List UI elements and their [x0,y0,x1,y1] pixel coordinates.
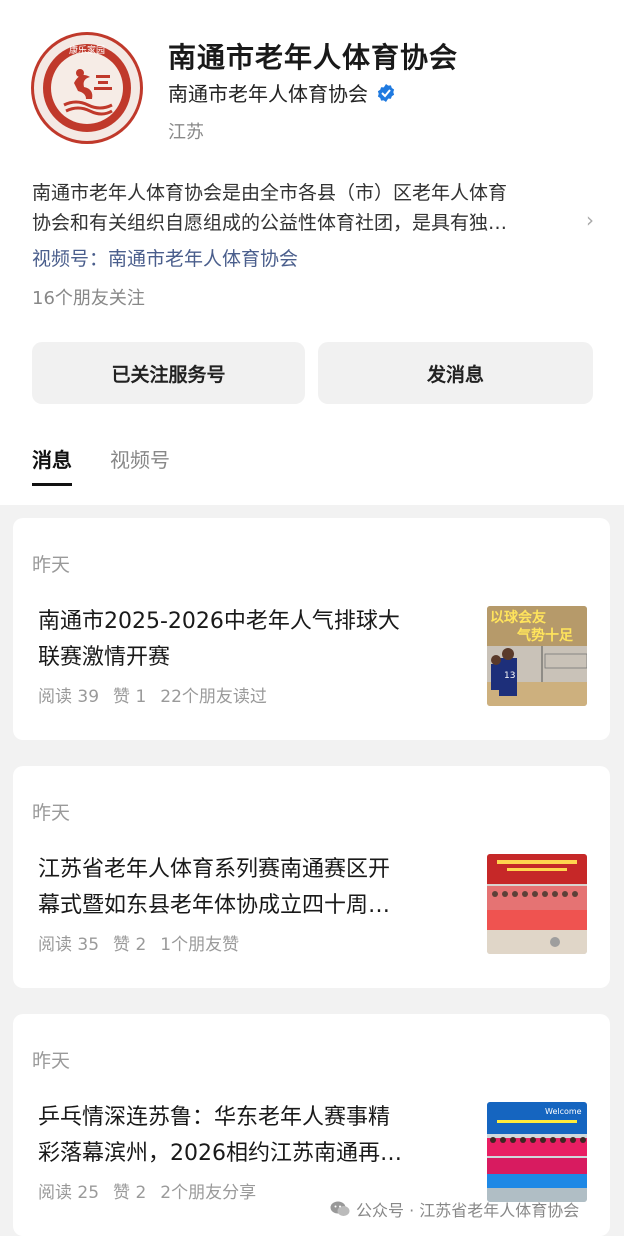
read-count: 阅读 25 [38,1183,100,1203]
wechat-icon [330,1201,350,1216]
profile-header: 康乐家园 南通市老年人体育协会 南通市老年人体育协会 江苏 南通市老年人体育协会… [0,0,624,505]
article-stats: 阅读 39 赞 1 22个朋友读过 [38,682,267,707]
article-date: 昨天 [32,1050,71,1072]
thumbnail-caption: 以球会友 [490,609,546,626]
chevron-right-icon[interactable]: › [586,208,594,232]
account-name: 南通市老年人体育协会 [168,82,368,106]
like-count: 赞 2 [113,935,147,955]
article-title-line: 江苏省老年人体育系列赛南通赛区开 [38,857,391,882]
read-count: 阅读 39 [38,687,100,707]
account-region: 江苏 [168,122,204,143]
video-channel-link[interactable]: 视频号：南通市老年人体育协会 [32,244,298,271]
article-thumbnail[interactable]: Welcome [487,1102,587,1202]
like-count: 赞 1 [113,687,147,707]
article-thumbnail[interactable] [487,854,587,954]
article-title[interactable]: 乒乓情深连苏鲁：华东老年人赛事精 彩落幕滨州，2026相约江苏南通再… [38,1100,478,1172]
send-message-button[interactable]: 发消息 [318,342,593,404]
article-card[interactable]: 昨天 江苏省老年人体育系列赛南通赛区开 幕式暨如东县老年体协成立四十周… 阅读 … [13,766,610,988]
account-title: 南通市老年人体育协会 [168,41,459,74]
article-card[interactable]: 昨天 南通市2025-2026中老年人气排球大 联赛激情开赛 阅读 39 赞 1… [13,518,610,740]
thumbnail-caption: 气势十足 [516,627,574,644]
article-stats: 阅读 35 赞 2 1个朋友赞 [38,930,239,955]
watermark: 公众号 · 江苏省老年人体育协会 [330,1197,579,1221]
article-title-line: 联赛激情开赛 [38,645,171,670]
account-description[interactable]: 南通市老年人体育协会是由全市各县（市）区老年人体育 协会和有关组织自愿组成的公益… [32,178,580,238]
tab-bar: 消息 视频号 [32,444,170,486]
friend-activity: 1个朋友赞 [160,935,240,955]
read-count: 阅读 35 [38,935,100,955]
watermark-text: 公众号 · 江苏省老年人体育协会 [356,1201,580,1220]
followed-button[interactable]: 已关注服务号 [32,342,305,404]
friend-activity: 22个朋友读过 [160,687,267,707]
tab-messages[interactable]: 消息 [32,444,72,486]
account-name-row: 南通市老年人体育协会 [168,78,396,107]
article-title[interactable]: 江苏省老年人体育系列赛南通赛区开 幕式暨如东县老年体协成立四十周… [38,852,478,924]
friends-following: 16个朋友关注 [32,288,145,309]
article-thumbnail[interactable]: 以球会友 气势十足 13 [487,606,587,706]
account-logo[interactable]: 康乐家园 [31,32,143,144]
friend-activity: 2个朋友分享 [160,1183,257,1203]
article-title[interactable]: 南通市2025-2026中老年人气排球大 联赛激情开赛 [38,604,478,676]
description-line: 南通市老年人体育协会是由全市各县（市）区老年人体育 [32,182,508,204]
verified-icon [377,83,395,102]
tab-video-channel[interactable]: 视频号 [110,444,170,486]
article-title-line: 乒乓情深连苏鲁：华东老年人赛事精 [38,1105,391,1130]
article-stats: 阅读 25 赞 2 2个朋友分享 [38,1178,256,1203]
thumbnail-banner: Welcome [545,1107,582,1116]
article-date: 昨天 [32,802,71,824]
logo-text: 康乐家园 [69,44,105,56]
like-count: 赞 2 [113,1183,147,1203]
description-line: 协会和有关组织自愿组成的公益性体育社团，是具有独… [32,212,508,234]
article-date: 昨天 [32,554,71,576]
article-title-line: 南通市2025-2026中老年人气排球大 [38,609,400,634]
article-title-line: 彩落幕滨州，2026相约江苏南通再… [38,1141,402,1166]
article-title-line: 幕式暨如东县老年体协成立四十周… [38,893,391,918]
svg-text:13: 13 [504,671,515,681]
